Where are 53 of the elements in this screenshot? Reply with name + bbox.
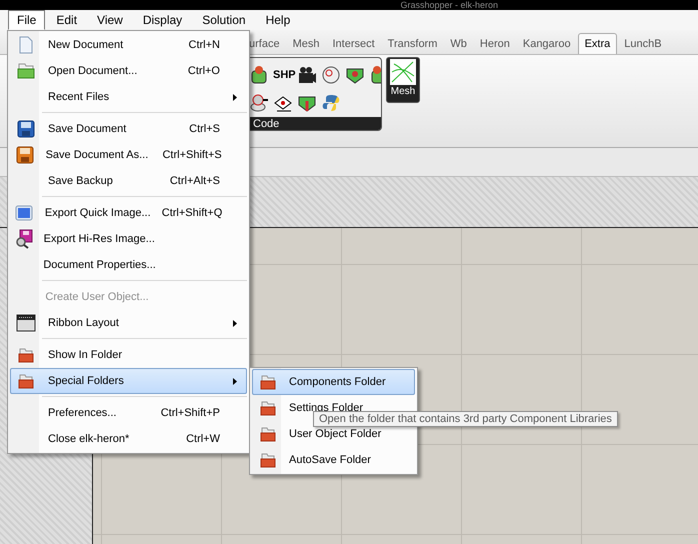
folder-icon bbox=[260, 426, 276, 442]
document-icon bbox=[18, 36, 34, 54]
tooltip: Open the folder that contains 3rd party Component Libraries bbox=[313, 411, 618, 427]
ribbon-tab[interactable]: LunchB bbox=[618, 34, 668, 54]
ribbon-tab[interactable]: Transform bbox=[382, 34, 444, 54]
menu-item[interactable]: Components Folder bbox=[252, 369, 415, 395]
ribbon-layout-icon bbox=[16, 314, 36, 332]
menu-item[interactable]: Save Document As... Ctrl+Shift+S bbox=[10, 142, 247, 168]
tool-icon[interactable] bbox=[297, 65, 317, 85]
submenu-arrow-icon bbox=[233, 378, 237, 384]
menu-item[interactable]: Show In Folder bbox=[10, 342, 247, 368]
folder-icon bbox=[260, 374, 276, 390]
screen-icon bbox=[15, 205, 34, 221]
menu-item[interactable]: AutoSave Folder bbox=[252, 447, 415, 473]
ribbon-tab[interactable]: Wb bbox=[444, 34, 473, 54]
menu-item[interactable]: Export Quick Image... Ctrl+Shift+Q bbox=[10, 200, 247, 226]
folder-icon bbox=[18, 347, 34, 363]
menu-bar-item[interactable]: View bbox=[88, 10, 132, 30]
ribbon-tab[interactable]: Intersect bbox=[326, 34, 381, 54]
menu-item[interactable]: Recent Files bbox=[10, 84, 247, 110]
folder-icon bbox=[260, 452, 276, 468]
folder-icon bbox=[260, 400, 276, 416]
menu-bar-item[interactable]: File bbox=[8, 10, 46, 30]
submenu-arrow-icon bbox=[233, 94, 237, 100]
menu-item[interactable]: Open Document... Ctrl+O bbox=[10, 58, 247, 84]
menu-item[interactable]: Export Hi-Res Image... bbox=[10, 226, 247, 252]
tool-icon[interactable] bbox=[321, 65, 341, 85]
folder-icon bbox=[18, 373, 34, 389]
shp-tool-button[interactable]: SHP bbox=[273, 69, 293, 81]
menu-item[interactable]: Ribbon Layout bbox=[10, 310, 247, 336]
ribbon-tab[interactable]: Kangaroo bbox=[516, 34, 577, 54]
menu-bar-item[interactable]: Edit bbox=[47, 10, 86, 30]
panel-label: Code bbox=[253, 118, 280, 130]
menu-item[interactable]: Special Folders bbox=[10, 368, 247, 394]
menu-item[interactable]: Close elk-heron* Ctrl+W bbox=[10, 426, 247, 452]
menu-item[interactable]: Document Properties... bbox=[10, 252, 247, 278]
magnifier-disk-icon bbox=[14, 229, 33, 249]
menu-item[interactable]: Save Document Ctrl+S bbox=[10, 116, 247, 142]
ribbon-tab[interactable]: Extra bbox=[578, 33, 618, 54]
tool-icon[interactable] bbox=[249, 93, 269, 113]
menu-bar-item[interactable]: Help bbox=[256, 10, 300, 30]
mesh-tool-button[interactable]: Mesh bbox=[386, 57, 420, 103]
submenu-arrow-icon bbox=[233, 320, 237, 326]
ribbon-tab[interactable]: Mesh bbox=[286, 34, 326, 54]
ribbon-tab[interactable]: Heron bbox=[474, 34, 516, 54]
menu-bar-item[interactable]: Solution bbox=[193, 10, 255, 30]
window-title: Grasshopper - elk-heron bbox=[400, 0, 499, 10]
menu-item[interactable]: Preferences... Ctrl+Shift+P bbox=[10, 400, 247, 426]
tool-icon[interactable] bbox=[249, 65, 269, 85]
menu-item[interactable]: Save Backup Ctrl+Alt+S bbox=[10, 168, 247, 194]
menu-bar-item[interactable]: Display bbox=[134, 10, 192, 30]
menu-item[interactable]: New Document Ctrl+N bbox=[10, 32, 247, 58]
folder-icon bbox=[17, 63, 35, 79]
